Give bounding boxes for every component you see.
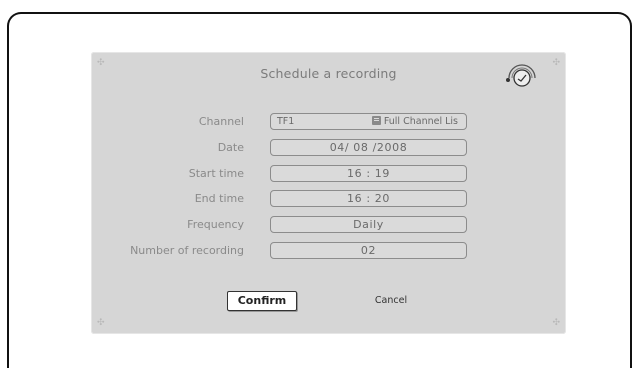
channel-field[interactable]: TF1 Full Channel Lis xyxy=(270,113,467,130)
start-time-field[interactable]: 16 : 19 xyxy=(270,165,467,182)
dialog-title: Schedule a recording xyxy=(260,66,397,81)
start-time-label: Start time xyxy=(188,167,244,180)
corner-ornament-icon: ✣ xyxy=(97,318,105,328)
confirm-button[interactable]: Confirm xyxy=(227,291,297,311)
date-field[interactable]: 04/ 08 /2008 xyxy=(270,139,467,156)
channel-value: TF1 xyxy=(277,116,295,127)
frequency-field[interactable]: Daily xyxy=(270,216,467,233)
number-of-recording-label: Number of recording xyxy=(130,244,244,257)
cancel-button[interactable]: Cancel xyxy=(361,295,421,306)
clock-timer-icon xyxy=(506,64,536,87)
date-label: Date xyxy=(217,141,244,154)
schedule-recording-dialog: ✣ ✣ ✣ ✣ Schedule a recording Channel TF1… xyxy=(91,52,566,334)
channel-list-icon xyxy=(371,116,381,125)
end-time-field[interactable]: 16 : 20 xyxy=(270,190,467,207)
end-time-label: End time xyxy=(194,192,244,205)
frequency-label: Frequency xyxy=(187,218,244,231)
full-channel-list-button[interactable]: Full Channel Lis xyxy=(371,114,458,129)
corner-ornament-icon: ✣ xyxy=(552,318,560,328)
number-of-recording-field[interactable]: 02 xyxy=(270,242,467,259)
channel-label: Channel xyxy=(198,115,244,128)
full-channel-list-label: Full Channel Lis xyxy=(383,116,458,127)
